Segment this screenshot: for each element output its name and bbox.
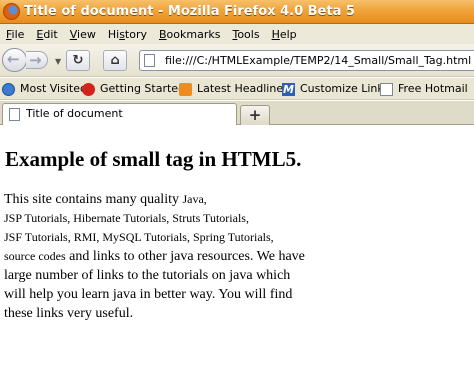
forward-arrow-icon: → [29,51,42,69]
window-title-bar[interactable]: Title of document - Mozilla Firefox 4.0 … [0,0,474,24]
menu-item[interactable]: File [2,28,32,41]
window-title: Title of document - Mozilla Firefox 4.0 … [24,4,355,19]
menu-item-text: elp [279,27,297,41]
tab-strip: Title of document + [0,101,474,125]
paragraph-line: JSF Tutorials, RMI, MySQL Tutorials, Spr… [4,230,304,249]
reload-button[interactable]: ↻ [66,50,90,71]
menu-item-text: ookmarks [166,27,221,41]
firefox-logo-icon [3,3,20,20]
menu-item[interactable]: Help [268,28,305,41]
bookmark-label: Free Hotmail [398,82,468,95]
tab-label: Title of document [26,107,123,120]
back-arrow-icon: ← [7,50,20,68]
tab-title-of-document[interactable]: Title of document [2,103,237,125]
bookmark-label: Customize Links [300,82,390,95]
menu-bar: File Edit View History Bookmarks Tools Help [0,24,474,44]
bookmark-label: Latest Headlines [197,82,289,95]
rss-feed-icon [179,83,192,96]
menu-item[interactable]: Bookmarks [155,28,228,41]
small-text: JSF Tutorials, RMI, MySQL Tutorials, Spr… [4,230,274,244]
page-icon [144,54,155,67]
most-visited-icon [2,83,15,96]
page-icon [380,83,393,96]
menu-item[interactable]: History [104,28,155,41]
normal-text: and links to other java resources. We ha… [65,249,305,264]
menu-item-text: iew [77,27,96,41]
menu-item-text: ools [237,27,260,41]
bookmark-label: Getting Started [100,82,186,95]
small-text: Java, [182,192,207,206]
menu-item-text: ile [11,27,25,41]
url-text[interactable]: file:///C:/HTMLExample/TEMP2/14_Small/Sm… [165,54,471,67]
reload-icon: ↻ [72,53,84,68]
paragraph-line: source codes and links to other java res… [4,249,305,268]
bookmark-label: Most Visited [20,82,87,95]
home-button[interactable]: ⌂ [103,50,127,71]
address-bar[interactable]: file:///C:/HTMLExample/TEMP2/14_Small/Sm… [139,50,474,71]
paragraph-line: This site contains many quality Java, [4,192,304,211]
forward-button[interactable]: → [26,51,48,69]
small-text: source codes [4,249,66,263]
back-button[interactable]: ← [2,48,27,72]
normal-text: these links very useful. [4,306,134,321]
normal-text: This site contains many quality [4,192,183,207]
paragraph-line: these links very useful. [4,306,304,325]
page-icon [9,108,20,121]
menu-item-mnemonic: H [271,27,280,41]
normal-text: will help you learn java in better way. … [4,287,293,302]
menu-item[interactable]: View [66,28,104,41]
msn-icon: M [282,83,295,96]
menu-item-text: tory [124,27,147,41]
paragraph-line: large number of links to the tutorials o… [4,268,304,287]
normal-text: large number of links to the tutorials o… [4,268,291,283]
page-content: Example of small tag in HTML5. This site… [0,126,474,378]
paragraph: This site contains many quality Java, JSP… [4,192,305,325]
menu-item[interactable]: Tools [228,28,267,41]
small-text: JSP Tutorials, Hibernate Tutorials, Stru… [4,211,249,225]
back-forward-group: ← → [2,48,54,72]
menu-item-mnemonic: B [159,27,167,41]
home-icon: ⌂ [110,53,120,68]
getting-started-icon [82,83,95,96]
paragraph-line: will help you learn java in better way. … [4,287,304,306]
new-tab-button[interactable]: + [240,105,270,125]
navigation-toolbar: ← → ▼ ↻ ⌂ file:///C:/HTMLExample/TEMP2/1… [0,44,474,77]
bookmarks-toolbar: Most Visited Getting Started Latest Head… [0,78,474,100]
menu-item-text: Hi [107,27,120,41]
menu-item-mnemonic: V [69,27,78,41]
page-heading: Example of small tag in HTML5. [5,147,302,171]
menu-item-text: dit [43,27,58,41]
history-dropdown-icon[interactable]: ▼ [55,57,61,66]
paragraph-line: JSP Tutorials, Hibernate Tutorials, Stru… [4,211,304,230]
menu-item[interactable]: Edit [32,28,65,41]
